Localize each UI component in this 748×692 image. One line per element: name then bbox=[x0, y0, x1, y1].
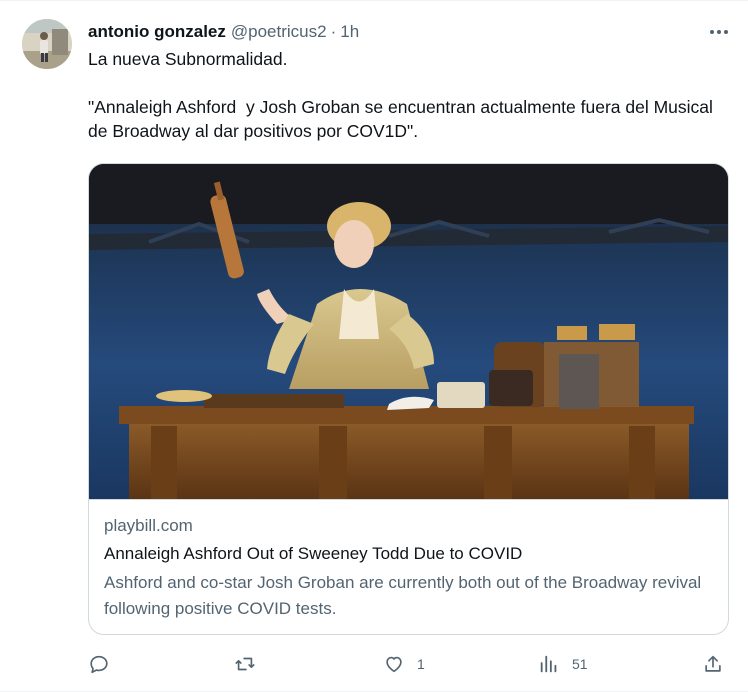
avatar[interactable] bbox=[22, 19, 72, 69]
card-description: Ashford and co-star Josh Groban are curr… bbox=[104, 573, 702, 618]
heart-icon bbox=[386, 656, 402, 673]
reply-icon bbox=[90, 655, 108, 674]
tweet-text-line: "Annaleigh Ashford y Josh Groban se encu… bbox=[88, 97, 718, 141]
separator-dot: · bbox=[330, 22, 337, 41]
share-icon bbox=[705, 655, 721, 672]
card-image bbox=[89, 164, 728, 499]
link-card[interactable]: playbill.com Annaleigh Ashford Out of Sw… bbox=[88, 163, 729, 635]
avatar-image bbox=[22, 19, 72, 69]
tweet-text: La nueva Subnormalidad. "Annaleigh Ashfo… bbox=[88, 47, 728, 143]
tweet-header: antonio gonzalez @poetricus2 · 1h bbox=[88, 20, 359, 44]
more-horizontal-icon bbox=[710, 30, 714, 34]
views-button[interactable]: 51 bbox=[538, 649, 588, 679]
reply-button[interactable] bbox=[88, 649, 122, 679]
author-name[interactable]: antonio gonzalez bbox=[88, 22, 226, 42]
card-domain: playbill.com bbox=[104, 516, 193, 535]
card-body: playbill.com Annaleigh Ashford Out of Sw… bbox=[89, 499, 728, 634]
timestamp[interactable]: 1h bbox=[340, 22, 359, 42]
tweet-text-line: La nueva Subnormalidad. bbox=[88, 49, 288, 69]
share-button[interactable] bbox=[702, 649, 724, 679]
like-button[interactable]: 1 bbox=[383, 649, 425, 679]
card-title: Annaleigh Ashford Out of Sweeney Todd Du… bbox=[104, 544, 523, 563]
like-count: 1 bbox=[417, 656, 425, 672]
author-handle[interactable]: @poetricus2 bbox=[231, 22, 327, 42]
action-bar: 1 51 bbox=[88, 649, 728, 679]
tweet[interactable]: antonio gonzalez @poetricus2 · 1h La nue… bbox=[0, 0, 748, 692]
retweet-icon bbox=[235, 657, 255, 671]
views-count: 51 bbox=[572, 656, 588, 672]
more-options-button[interactable] bbox=[705, 21, 733, 43]
views-chart-icon bbox=[540, 655, 557, 673]
retweet-button[interactable] bbox=[234, 649, 268, 679]
